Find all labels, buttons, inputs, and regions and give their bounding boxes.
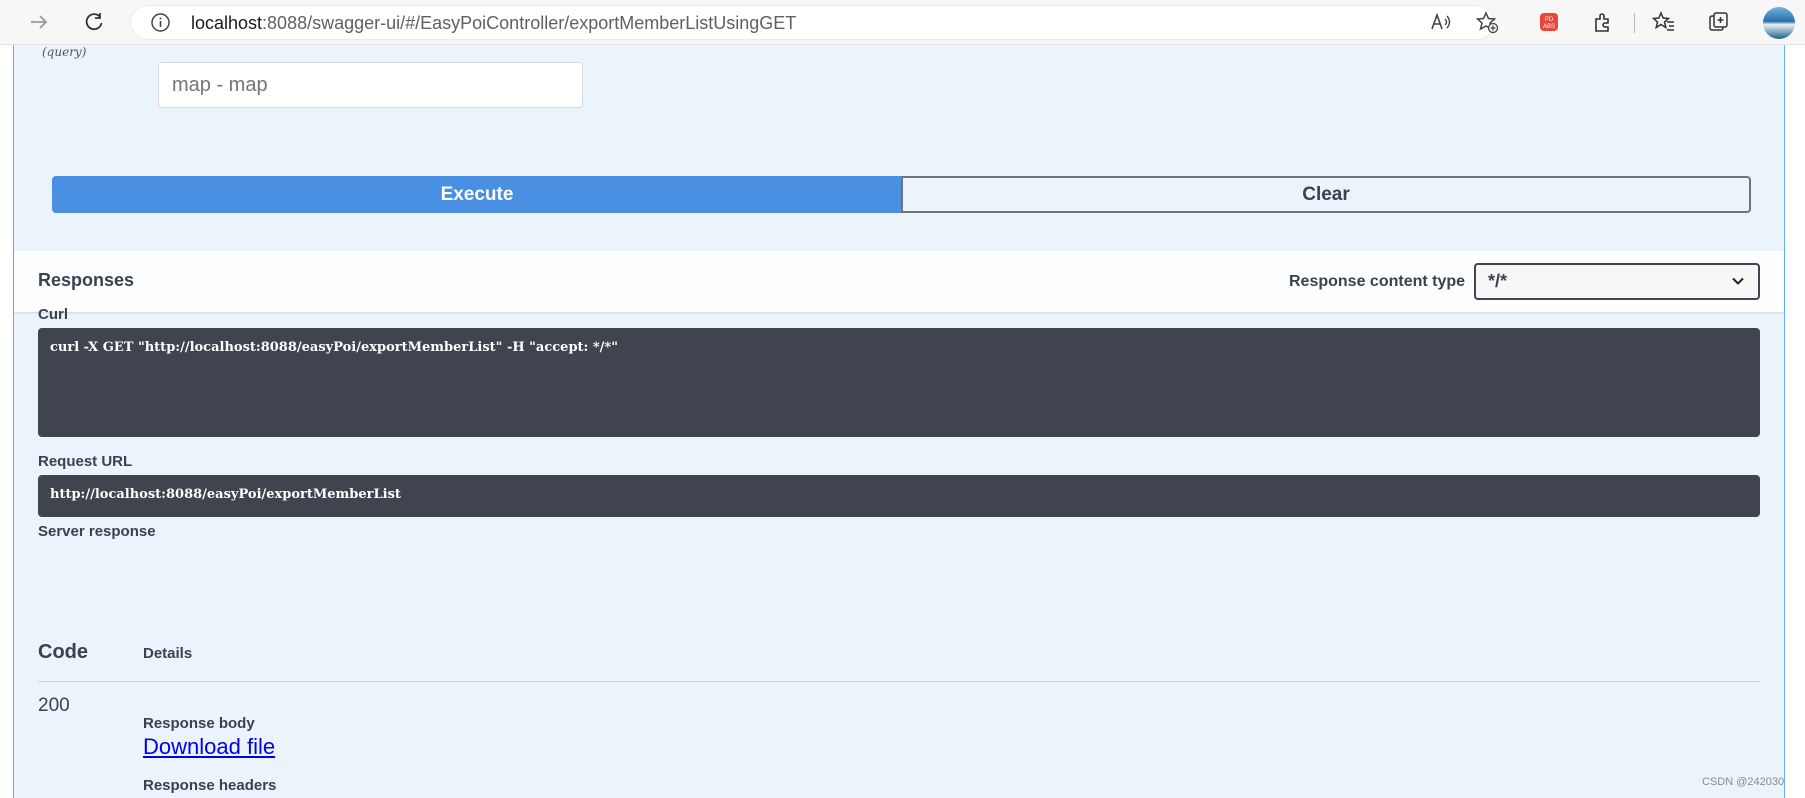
table-divider — [38, 681, 1760, 682]
read-aloud-icon[interactable] — [1428, 9, 1454, 35]
chevron-down-icon — [1730, 273, 1746, 289]
response-headers-label: Response headers — [143, 777, 277, 794]
content-type-value: */* — [1488, 271, 1508, 291]
code-column-header: Code — [38, 641, 88, 663]
operation-block: (query) Execute Clear Responses Response… — [13, 45, 1785, 798]
status-code: 200 — [38, 695, 70, 716]
curl-command-block[interactable]: curl -X GET "http://localhost:8088/easyP… — [38, 328, 1760, 437]
request-url-label: Request URL — [38, 453, 133, 470]
add-favorite-icon[interactable] — [1474, 9, 1500, 35]
extensions-icon[interactable] — [1590, 9, 1616, 35]
forward-icon[interactable] — [26, 9, 52, 35]
watermark: CSDN @242030 — [1702, 776, 1785, 788]
curl-label: Curl — [38, 306, 68, 323]
pdf-extension-icon[interactable]: PD ABS — [1536, 9, 1562, 35]
reload-icon[interactable] — [81, 9, 107, 35]
browser-toolbar: localhost:8088/swagger-ui/#/EasyPoiContr… — [0, 0, 1805, 45]
details-column-header: Details — [143, 645, 193, 662]
url-host: localhost — [191, 13, 263, 33]
url-path: :8088/swagger-ui/#/EasyPoiController/exp… — [262, 13, 797, 33]
content-type-label: Response content type — [1289, 273, 1466, 290]
address-bar[interactable]: localhost:8088/swagger-ui/#/EasyPoiContr… — [130, 5, 1495, 40]
collections-icon[interactable] — [1706, 9, 1732, 35]
svg-text:PD: PD — [1545, 17, 1554, 23]
favorites-icon[interactable] — [1651, 9, 1677, 35]
response-body-label: Response body — [143, 715, 255, 732]
profile-avatar[interactable] — [1763, 7, 1795, 39]
responses-header: Responses Response content type */* — [14, 251, 1784, 312]
clear-button[interactable]: Clear — [901, 176, 1751, 213]
site-info-icon[interactable] — [150, 12, 171, 33]
url-text[interactable]: localhost:8088/swagger-ui/#/EasyPoiContr… — [191, 13, 796, 34]
content-type-select[interactable]: */* — [1474, 263, 1760, 300]
server-response-label: Server response — [38, 523, 156, 540]
svg-text:ABS: ABS — [1543, 24, 1555, 30]
map-param-input[interactable] — [158, 62, 583, 108]
toolbar-separator — [1634, 13, 1635, 33]
responses-title: Responses — [38, 270, 135, 290]
request-url-block[interactable]: http://localhost:8088/easyPoi/exportMemb… — [38, 475, 1760, 517]
download-file-link[interactable]: Download file — [143, 734, 275, 760]
param-in-label: (query) — [42, 45, 87, 59]
execute-button[interactable]: Execute — [52, 176, 902, 213]
